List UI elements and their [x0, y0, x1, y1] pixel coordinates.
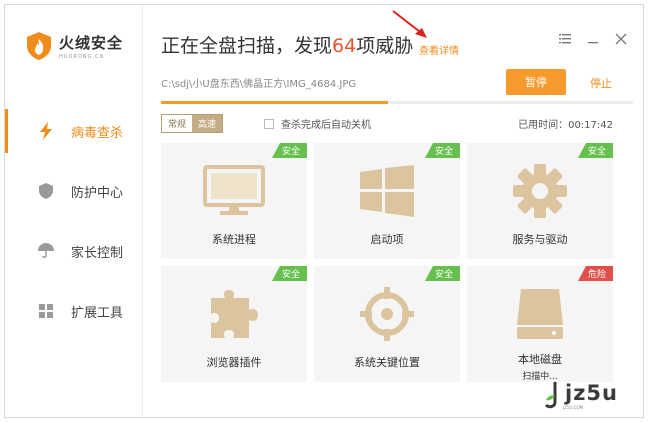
elapsed-value: 00:17:42: [568, 120, 613, 131]
mode-normal-option[interactable]: 常规: [162, 115, 193, 132]
card-label: 系统关键位置: [354, 356, 420, 369]
close-icon[interactable]: [615, 33, 627, 45]
sidebar-nav: 病毒查杀 防护中心 家长控制 扩展工具: [5, 101, 143, 341]
leaf-logo-icon: [544, 382, 557, 409]
page-title: 正在全盘扫描，发现 64 项威胁: [161, 31, 413, 58]
elapsed-time: 已用时间：00:17:42: [518, 116, 613, 131]
gear-icon: [508, 163, 572, 219]
scan-items-grid: 安全 系统进程 安全 启动项 安全 服务与驱动 安全 浏览器插件 安全 系统关键…: [161, 143, 613, 382]
sidebar-item-label: 扩展工具: [71, 305, 124, 321]
target-icon: [355, 286, 419, 342]
scan-card-system-key-locations[interactable]: 安全 系统关键位置: [314, 266, 460, 382]
flame-logo-icon: [25, 31, 53, 61]
sidebar-item-parental-control[interactable]: 家长控制: [5, 221, 143, 281]
card-label: 服务与驱动: [512, 233, 568, 246]
status-badge: 安全: [577, 143, 613, 158]
sidebar-item-label: 病毒查杀: [71, 125, 124, 141]
status-badge: 安全: [424, 143, 460, 158]
title-prefix: 正在全盘扫描，发现: [161, 35, 333, 57]
puzzle-icon: [202, 286, 266, 342]
scan-mode-switch: 常规 高速: [161, 114, 224, 133]
umbrella-icon: [37, 242, 55, 260]
windows-icon: [355, 163, 419, 219]
status-badge: 安全: [271, 143, 307, 158]
sidebar-item-protection[interactable]: 防护中心: [5, 161, 143, 221]
current-scan-path: C:\sdj\小U盘东西\佛晶正方\IMG_4684.JPG: [161, 79, 357, 90]
sidebar: 火绒安全 HUORONG.CN 病毒查杀 防护中心 家长控制 扩展工具: [5, 5, 143, 417]
app-subtitle: HUORONG.CN: [59, 54, 105, 60]
scan-card-system-process[interactable]: 安全 系统进程: [161, 143, 307, 259]
card-label: 启动项: [370, 233, 404, 246]
watermark: jz5u JZ5U.COM: [543, 380, 618, 410]
sidebar-item-virus-scan[interactable]: 病毒查杀: [5, 101, 143, 161]
status-badge: 安全: [424, 266, 460, 281]
mode-fast-option[interactable]: 高速: [192, 115, 223, 132]
scan-progress-fill: [161, 101, 388, 104]
elapsed-label: 已用时间：: [518, 120, 569, 131]
scan-card-browser-plugins[interactable]: 安全 浏览器插件: [161, 266, 307, 382]
stop-button[interactable]: 停止: [590, 75, 612, 91]
auto-shutdown-label: 查杀完成后自动关机: [281, 120, 371, 131]
disk-icon: [508, 286, 572, 341]
shield-icon: [37, 182, 55, 200]
sidebar-item-label: 防护中心: [71, 185, 124, 201]
menu-icon[interactable]: [559, 33, 571, 45]
annotation-arrow-icon: [391, 9, 431, 47]
status-badge: 危险: [577, 266, 613, 281]
card-label: 本地磁盘: [518, 353, 562, 366]
scan-progress-bar: [161, 101, 633, 104]
pause-button[interactable]: 暂停: [506, 69, 566, 95]
sidebar-item-extension-tools[interactable]: 扩展工具: [5, 281, 143, 341]
threat-count: 64: [332, 35, 357, 57]
scan-card-services-drivers[interactable]: 安全 服务与驱动: [467, 143, 613, 259]
monitor-icon: [202, 163, 266, 219]
window-controls: [559, 33, 627, 45]
app-name: 火绒安全: [59, 34, 124, 52]
watermark-sub: JZ5U.COM: [563, 404, 584, 410]
auto-shutdown-checkbox[interactable]: [264, 118, 274, 129]
card-label: 系统进程: [212, 233, 256, 246]
scan-card-startup-items[interactable]: 安全 启动项: [314, 143, 460, 259]
sidebar-item-label: 家长控制: [71, 245, 124, 261]
scan-card-local-disk[interactable]: 危险 本地磁盘 扫描中...: [467, 266, 613, 382]
app-logo: 火绒安全 HUORONG.CN: [25, 31, 123, 61]
auto-shutdown-option[interactable]: 查杀完成后自动关机: [264, 116, 371, 131]
watermark-text: jz5u: [565, 380, 618, 405]
status-badge: 安全: [271, 266, 307, 281]
card-label: 浏览器插件: [206, 356, 262, 369]
main-window: 火绒安全 HUORONG.CN 病毒查杀 防护中心 家长控制 扩展工具 正在全盘…: [4, 4, 644, 418]
minimize-icon[interactable]: [587, 33, 599, 45]
grid-icon: [37, 302, 55, 320]
lightning-icon: [37, 122, 55, 140]
